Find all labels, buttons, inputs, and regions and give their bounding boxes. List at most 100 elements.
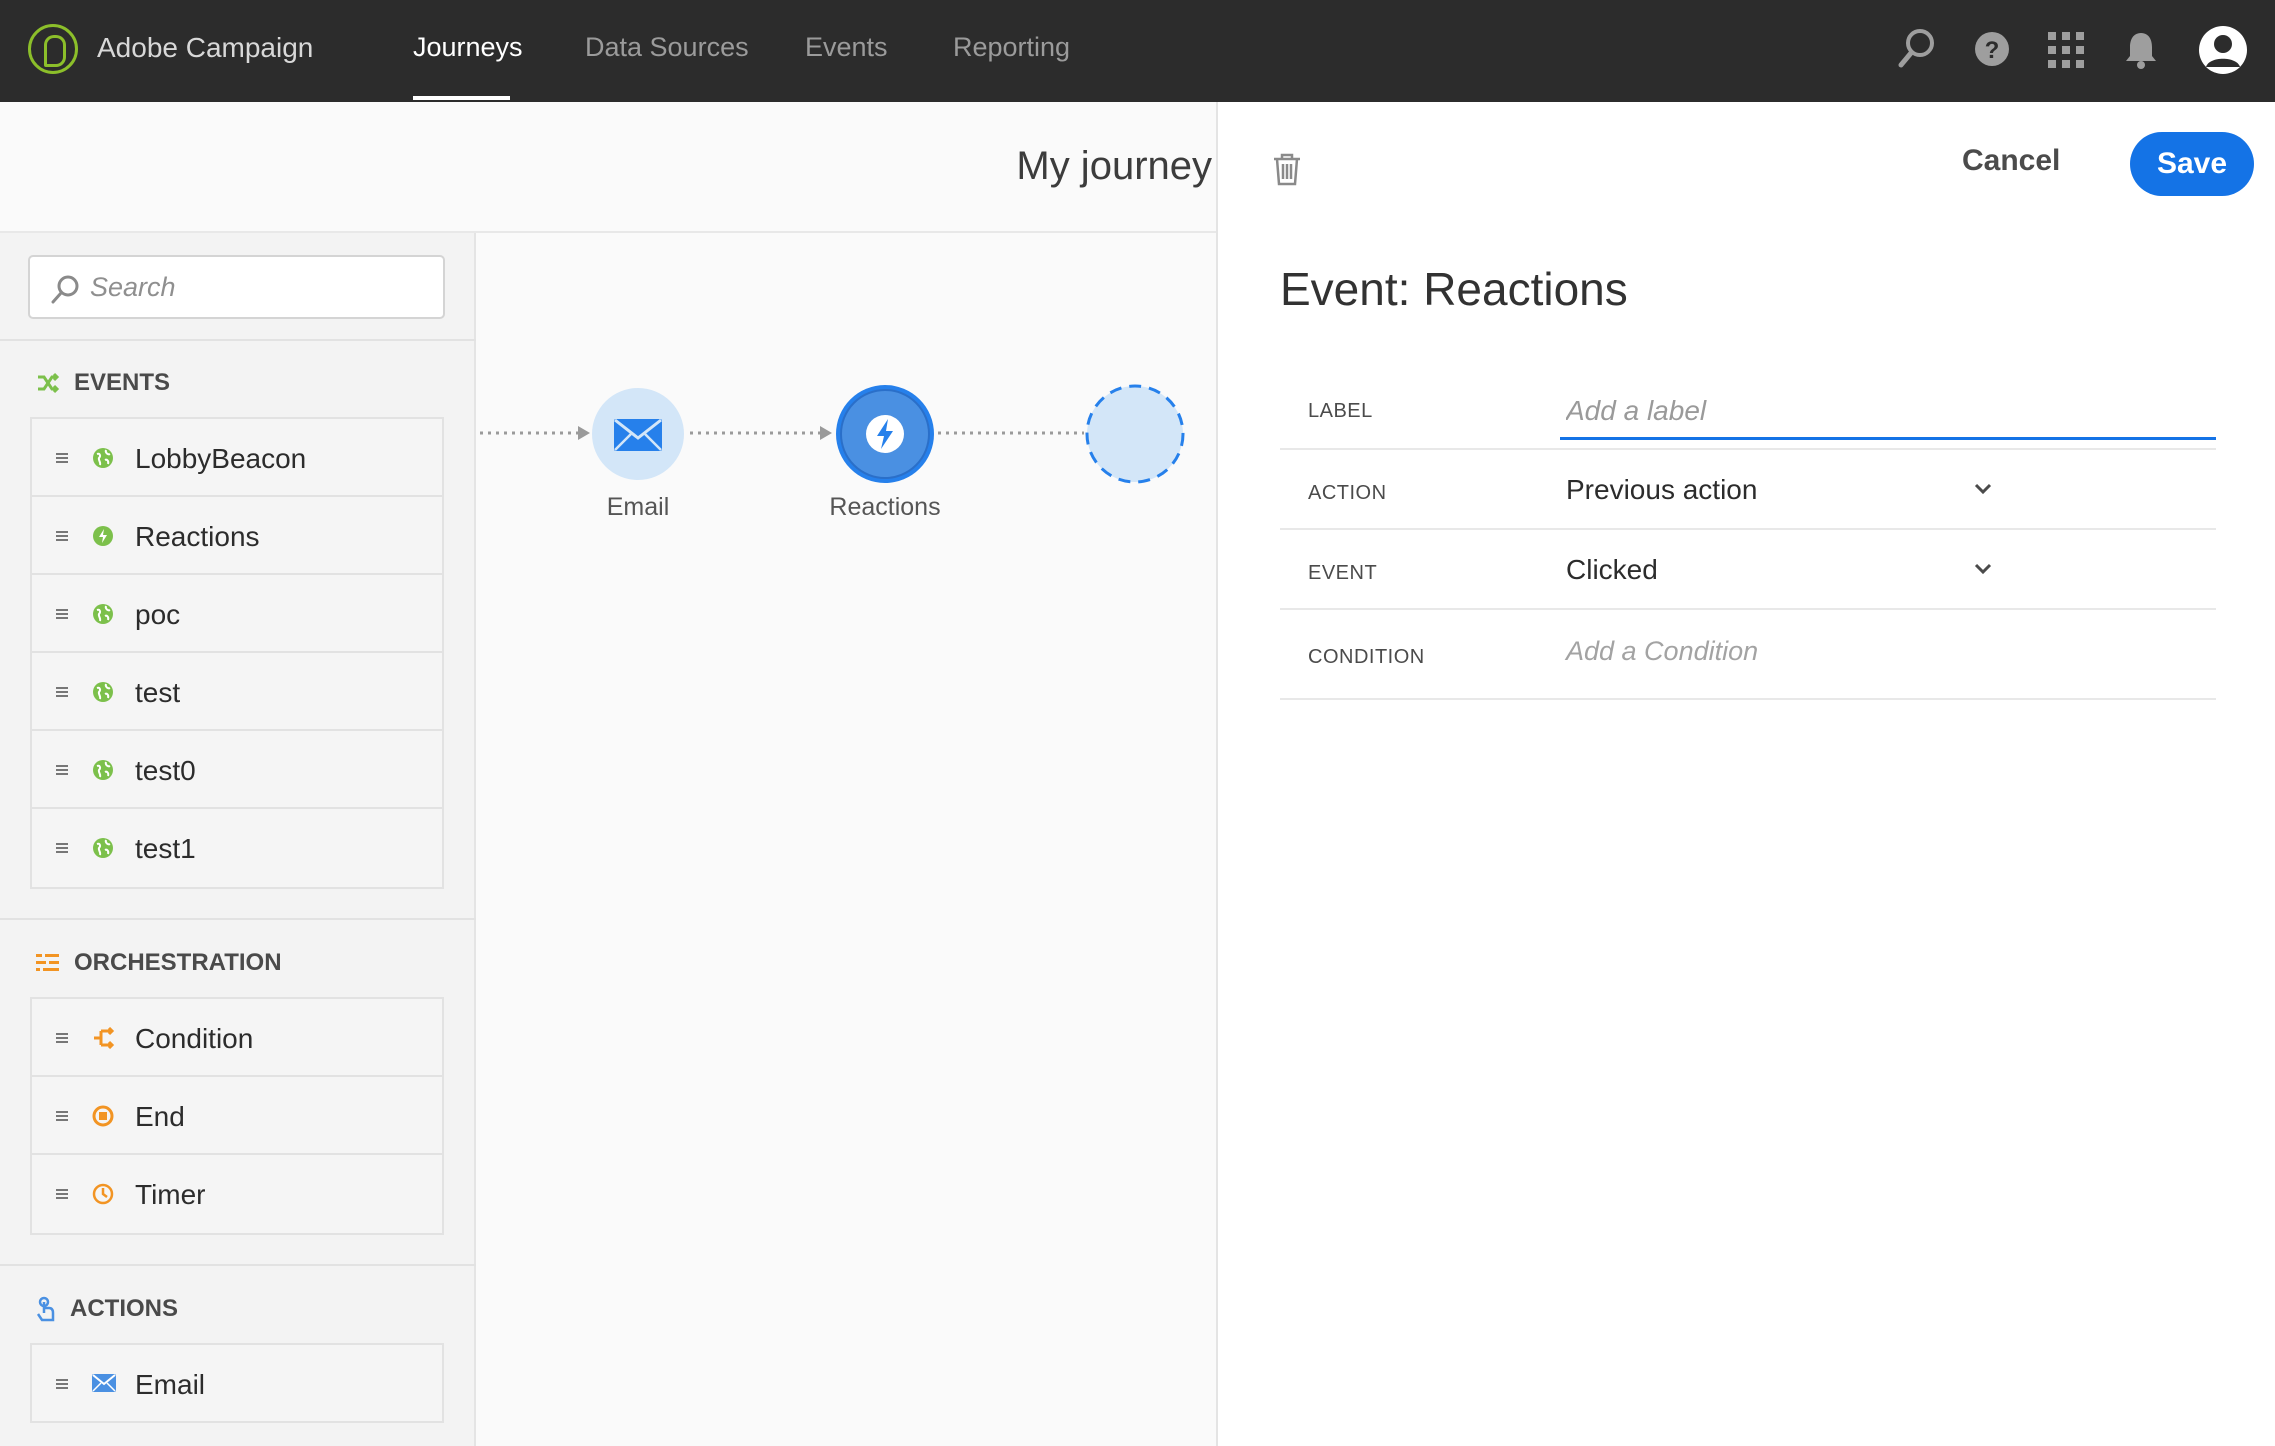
drag-handle-icon[interactable] [56, 1379, 68, 1389]
list-item-poc[interactable]: poc [32, 575, 442, 653]
add-condition-link[interactable]: Add a Condition [1566, 636, 1758, 667]
nav-journeys[interactable]: Journeys [413, 32, 523, 63]
search-icon[interactable] [1898, 27, 1938, 76]
nav-events[interactable]: Events [805, 32, 888, 63]
list-item-label: test0 [135, 755, 196, 786]
globe-icon [92, 681, 114, 703]
app-brand[interactable]: Adobe Campaign [97, 32, 313, 64]
action-dropdown[interactable]: ACTION Previous action [1280, 450, 2216, 530]
drag-handle-icon[interactable] [56, 531, 68, 541]
list-item-label: Reactions [135, 521, 260, 552]
drag-handle-icon[interactable] [56, 1033, 68, 1043]
user-avatar-icon[interactable] [2198, 25, 2248, 80]
actions-touch-icon [36, 1296, 56, 1322]
list-item-email[interactable]: Email [32, 1345, 442, 1423]
drag-handle-icon[interactable] [56, 1111, 68, 1121]
palette-search [28, 255, 445, 319]
list-item-label: LobbyBeacon [135, 443, 307, 474]
cancel-button[interactable]: Cancel [1962, 144, 2060, 178]
list-item-test0[interactable]: test0 [32, 731, 442, 809]
top-navigation-bar: Adobe Campaign Journeys Data Sources Eve… [0, 0, 2275, 102]
condition-branch-icon [92, 1027, 116, 1049]
nav-reporting[interactable]: Reporting [953, 32, 1070, 63]
list-item-label: Timer [135, 1179, 206, 1210]
divider [0, 339, 476, 341]
search-input[interactable] [90, 267, 420, 307]
timer-clock-icon [92, 1183, 114, 1205]
actions-list: Email [30, 1343, 444, 1423]
notifications-bell-icon[interactable] [2124, 30, 2158, 75]
journey-node-reactions[interactable] [834, 383, 936, 490]
activity-palette: EVENTS LobbyBeacon Reactions poc test te… [0, 233, 476, 1446]
journey-title[interactable]: My journey [1016, 144, 1212, 189]
journey-canvas[interactable]: Email Reactions [478, 233, 1216, 1446]
panel-title: Event: Reactions [1280, 263, 1628, 315]
divider [0, 1264, 476, 1266]
drag-handle-icon[interactable] [56, 1189, 68, 1199]
drag-handle-icon[interactable] [56, 687, 68, 697]
delete-trash-icon[interactable] [1272, 152, 1302, 191]
nav-active-indicator [413, 96, 510, 100]
section-title: EVENTS [74, 369, 171, 396]
adobe-campaign-logo-icon[interactable] [28, 24, 78, 74]
field-label: CONDITION [1308, 646, 1425, 668]
drag-handle-icon[interactable] [56, 765, 68, 775]
node-label-email: Email [606, 493, 670, 521]
list-item-label: test [135, 677, 181, 708]
node-label-reactions: Reactions [829, 493, 941, 521]
globe-icon [92, 603, 114, 625]
nav-data-sources[interactable]: Data Sources [585, 32, 749, 63]
save-button[interactable]: Save [2130, 132, 2254, 196]
field-label: ACTION [1308, 482, 1387, 504]
section-title: ACTIONS [70, 1295, 178, 1322]
divider [0, 918, 476, 920]
email-envelope-icon [92, 1374, 116, 1392]
drag-handle-icon[interactable] [56, 453, 68, 463]
list-item-timer[interactable]: Timer [32, 1155, 442, 1233]
email-envelope-icon [592, 388, 684, 480]
field-label: LABEL [1308, 400, 1373, 422]
list-item-label: Email [135, 1369, 206, 1400]
section-actions: ACTIONS [36, 1295, 178, 1323]
list-item-reactions[interactable]: Reactions [32, 497, 442, 575]
help-icon[interactable]: ? [1974, 27, 2010, 76]
event-select-value[interactable]: Clicked [1566, 554, 1658, 586]
orchestration-list: Condition End Timer [30, 997, 444, 1235]
list-item-test1[interactable]: test1 [32, 809, 442, 887]
journey-header: My journey [0, 102, 1216, 233]
list-item-condition[interactable]: Condition [32, 999, 442, 1077]
list-item-label: Condition [135, 1023, 254, 1054]
list-item-test[interactable]: test [32, 653, 442, 731]
field-row-condition: CONDITION Add a Condition [1280, 610, 2216, 700]
drag-handle-icon[interactable] [56, 843, 68, 853]
chevron-down-icon[interactable] [1972, 478, 1994, 505]
list-item-label: test1 [135, 833, 196, 864]
end-stop-icon [92, 1105, 114, 1127]
drag-handle-icon[interactable] [56, 609, 68, 619]
section-orchestration: ORCHESTRATION [36, 949, 282, 977]
label-input[interactable] [1560, 384, 2216, 440]
chevron-down-icon[interactable] [1972, 558, 1994, 585]
list-item-end[interactable]: End [32, 1077, 442, 1155]
list-item-lobbybeacon[interactable]: LobbyBeacon [32, 419, 442, 497]
action-select-value[interactable]: Previous action [1566, 474, 1757, 506]
orchestration-icon [36, 952, 60, 974]
list-item-label: poc [135, 599, 181, 630]
journey-node-email[interactable] [590, 386, 686, 487]
field-row-label: LABEL [1280, 370, 2216, 450]
field-label: EVENT [1308, 562, 1378, 584]
journey-node-placeholder[interactable] [1084, 383, 1186, 490]
list-item-label: End [135, 1101, 185, 1132]
events-shuffle-icon [36, 372, 60, 394]
events-list: LobbyBeacon Reactions poc test test0 tes… [30, 417, 444, 889]
globe-icon [92, 837, 114, 859]
globe-icon [92, 759, 114, 781]
apps-grid-icon[interactable] [2048, 32, 2084, 73]
section-events: EVENTS [36, 369, 170, 397]
activity-properties-panel: Cancel Save Event: Reactions LABEL ACTIO… [1216, 102, 2275, 1446]
svg-text:?: ? [1985, 37, 2000, 64]
globe-icon [92, 447, 114, 469]
event-dropdown[interactable]: EVENT Clicked [1280, 530, 2216, 610]
lightning-icon [92, 525, 114, 547]
section-title: ORCHESTRATION [74, 949, 282, 976]
